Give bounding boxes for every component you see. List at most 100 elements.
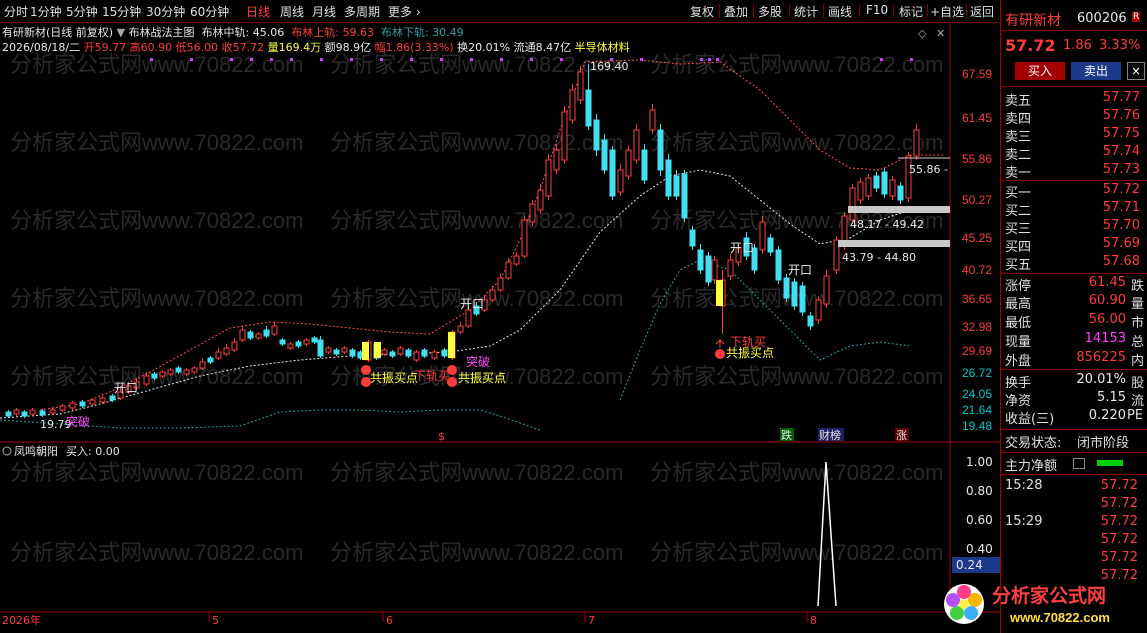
tab-monthly[interactable]: 月线	[312, 3, 336, 20]
signal-lower-band-buy: 下轨买	[414, 369, 450, 383]
sub-chart-axis: 1.00 0.80 0.60 0.40	[966, 455, 993, 556]
candle-body	[21, 411, 28, 417]
watermark-text-7: 分析家公式网www.70822.com	[10, 208, 303, 233]
candle-body	[349, 349, 356, 357]
settings-diamond-icon[interactable]: ◇	[918, 27, 926, 40]
signal-open: 开口	[788, 263, 812, 277]
candle-body	[767, 237, 774, 253]
candle-body	[513, 255, 520, 265]
signal-resonance-buy: 共振买点	[370, 371, 418, 385]
signal-breakout: 突破	[66, 414, 90, 429]
candle-body	[791, 281, 798, 307]
tab-60min[interactable]: 60分钟	[190, 3, 229, 20]
stat-net-assets: 净资 5.15 流	[1005, 390, 1145, 409]
candle-body	[711, 259, 718, 281]
tab-5min[interactable]: 5分钟	[66, 3, 98, 20]
sub-axis-current: 0.24	[956, 558, 983, 572]
price-tick: 19.48	[962, 419, 992, 433]
tab-15min[interactable]: 15分钟	[102, 3, 141, 20]
candle-body	[601, 139, 608, 171]
candle-body	[287, 343, 294, 349]
sell-button[interactable]: 卖出	[1071, 62, 1121, 80]
candle-body	[705, 255, 712, 283]
candle-body	[421, 349, 428, 357]
price-tick: 61.45	[962, 111, 992, 125]
quote-low: 低56.00	[175, 41, 219, 54]
price-tick: 29.69	[962, 344, 992, 358]
candle-body	[633, 129, 640, 161]
stock-name: 有研新材	[1005, 13, 1061, 29]
draw-line-button[interactable]: 画线	[828, 3, 852, 20]
candle-body	[59, 405, 66, 411]
candle-body	[537, 189, 544, 211]
zone-bar-upper	[848, 206, 950, 213]
high-price-mark: 169.40	[590, 60, 629, 73]
candle-body	[553, 149, 560, 171]
candle-body	[99, 397, 106, 403]
zone-label-1: 55.86 -	[909, 163, 948, 176]
watermark-text-4: 分析家公式网www.70822.com	[10, 130, 303, 155]
candle-body	[69, 402, 76, 409]
stat-low: 最低 56.00 市	[1005, 312, 1145, 331]
tick-row: 57.72	[1100, 496, 1138, 511]
buy-marker-icon	[447, 377, 457, 387]
tab-fenshi[interactable]: 分时	[4, 3, 28, 20]
close-panel-icon[interactable]: ×	[1127, 62, 1145, 80]
bid-row-2: 买二 57.71	[1005, 200, 1140, 219]
period-toolbar: 分时 1分钟 5分钟 15分钟 30分钟 60分钟 日线 周线 月线 多周期 更…	[0, 0, 1000, 23]
watermark-text-20: 分析家公式网www.70822.com	[330, 540, 623, 565]
candle-body	[727, 259, 734, 277]
restore-rights-button[interactable]: 复权	[690, 3, 714, 20]
buy-button[interactable]: 买入	[1015, 62, 1065, 80]
tab-30min[interactable]: 30分钟	[146, 3, 185, 20]
candle-body	[311, 337, 318, 343]
tab-1min[interactable]: 1分钟	[30, 3, 62, 20]
overlay-button[interactable]: 叠加	[724, 3, 748, 20]
candle-body	[89, 399, 96, 405]
bid-row-5: 买五 57.68	[1005, 254, 1140, 273]
indicator-name[interactable]: 布林战法主图	[129, 26, 195, 39]
watermark-text-15: 分析家公式网www.70822.com	[650, 364, 943, 389]
tab-weekly[interactable]: 周线	[280, 3, 304, 20]
add-watchlist-button[interactable]: +自选	[930, 3, 964, 20]
tab-daily[interactable]: 日线	[246, 3, 270, 20]
candle-body	[159, 371, 166, 377]
multi-stock-button[interactable]: 多股	[758, 3, 782, 20]
tab-multi-period[interactable]: 多周期	[344, 3, 380, 20]
candle-body	[175, 367, 182, 373]
statistics-button[interactable]: 统计	[794, 3, 818, 20]
ask-row-4: 卖四 57.76	[1005, 108, 1140, 127]
stat-high: 最高 60.90 量	[1005, 293, 1145, 312]
quote-sector[interactable]: 半导体材料	[575, 41, 630, 54]
stock-code: 600206	[1077, 11, 1127, 26]
candle-body	[457, 325, 464, 333]
trade-status: 交易状态: 闭市阶段	[1005, 436, 1130, 451]
candle-body	[865, 177, 872, 197]
candle-body	[889, 179, 896, 197]
candle-body	[191, 367, 198, 373]
tab-more[interactable]: 更多 ›	[388, 3, 421, 20]
sub-axis-tick: 0.60	[966, 513, 993, 527]
rights-badge: R	[1132, 12, 1141, 22]
candle-body	[625, 149, 632, 177]
zone-bar-lower	[838, 240, 950, 247]
candle-body	[143, 375, 150, 385]
back-button[interactable]: 返回	[970, 3, 994, 20]
candle-body	[183, 369, 190, 375]
f10-button[interactable]: F10	[866, 3, 888, 17]
signal-open: 开口	[114, 381, 138, 395]
price-tick: 50.27	[962, 193, 992, 207]
signal-candle	[716, 280, 723, 306]
watermark-text-1: 分析家公式网www.70822.com	[10, 52, 303, 77]
candle-body	[873, 175, 880, 189]
watermark-text-6: 分析家公式网www.70822.com	[650, 130, 943, 155]
close-icon[interactable]: ✕	[936, 27, 945, 40]
watermark-text-3: 分析家公式网www.70822.com	[650, 52, 943, 77]
candle-body	[681, 173, 688, 219]
candle-body	[529, 203, 536, 223]
candle-body	[665, 159, 672, 197]
kline-chart[interactable]: 分析家公式网www.70822.com 分析家公式网www.70822.com …	[0, 22, 1000, 633]
mark-button[interactable]: 标记	[899, 3, 923, 20]
dropdown-icon[interactable]: ▼	[117, 26, 125, 39]
candle-body	[799, 285, 806, 313]
